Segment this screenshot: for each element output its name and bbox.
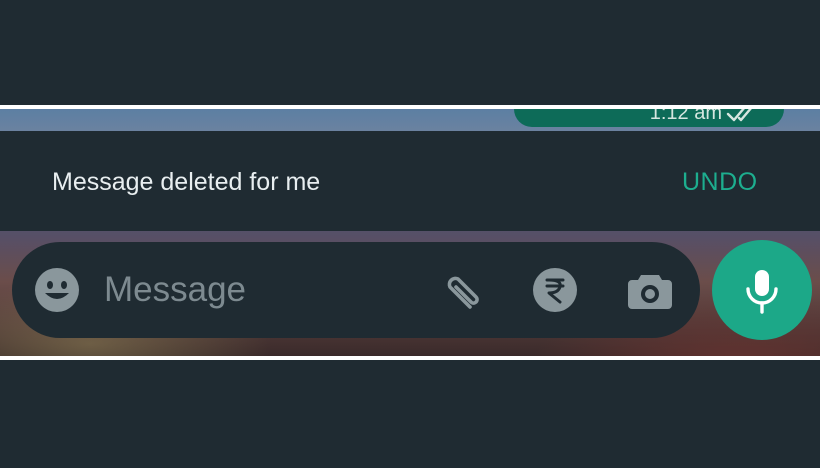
bottom-divider — [0, 356, 820, 360]
voice-record-button[interactable] — [712, 240, 812, 340]
snackbar-message: Message deleted for me — [52, 168, 321, 196]
attach-paperclip-icon[interactable] — [438, 267, 486, 315]
chat-area: 1:12 am Message deleted for me UNDO — [0, 109, 820, 356]
message-composer — [12, 242, 700, 338]
undo-button[interactable]: UNDO — [682, 168, 758, 196]
camera-icon[interactable] — [626, 267, 674, 313]
rupee-payment-icon[interactable] — [532, 267, 578, 313]
message-time: 1:12 am — [649, 109, 722, 124]
message-input[interactable] — [104, 265, 404, 315]
emoji-icon[interactable] — [34, 267, 80, 313]
double-check-icon — [726, 109, 752, 122]
microphone-icon — [746, 270, 778, 314]
snackbar: Message deleted for me UNDO — [0, 131, 820, 231]
outgoing-message-bubble[interactable]: 1:12 am — [514, 109, 784, 127]
